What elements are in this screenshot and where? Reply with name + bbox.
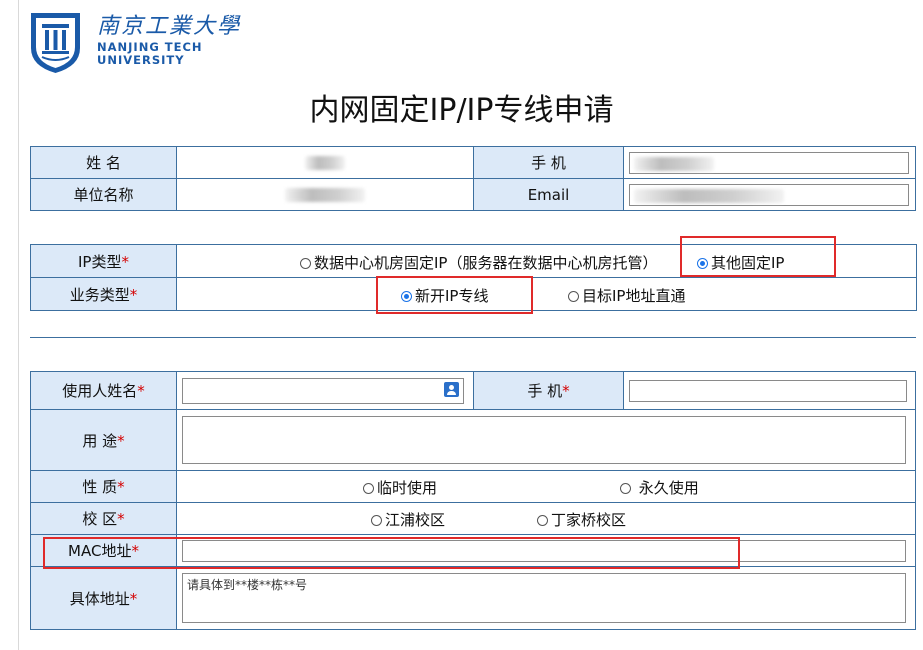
unit-name-label: 单位名称 — [30, 178, 177, 211]
ip-type-option-datacenter-label: 数据中心机房固定IP（服务器在数据中心机房托管） — [314, 254, 658, 272]
required-mark: * — [117, 510, 125, 528]
ip-type-option-other[interactable]: 其他固定IP — [697, 252, 784, 273]
applicant-name-label: 姓 名 — [30, 146, 177, 179]
campus-option-dingjiaqiao-label: 丁家桥校区 — [551, 511, 627, 529]
campus-option-jiangpu[interactable]: 江浦校区 — [371, 509, 445, 530]
ip-type-label: IP类型* — [30, 244, 177, 278]
required-mark: * — [137, 382, 145, 400]
radio-selected-icon — [697, 258, 708, 269]
user-name-cell — [176, 371, 474, 410]
university-emblem-icon — [31, 13, 80, 73]
campus-option-dingjiaqiao[interactable]: 丁家桥校区 — [537, 509, 626, 530]
required-mark: * — [117, 478, 125, 496]
user-name-label-text: 使用人姓名 — [62, 382, 138, 400]
nature-option-temporary-label: 临时使用 — [377, 479, 438, 497]
radio-unselected-icon — [537, 515, 548, 526]
applicant-phone-blurred — [634, 156, 714, 171]
email-input[interactable] — [629, 183, 909, 206]
contact-picker-icon[interactable] — [444, 381, 459, 397]
nature-option-temporary[interactable]: 临时使用 — [363, 477, 437, 498]
address-cell — [176, 566, 916, 630]
purpose-label: 用 途* — [30, 409, 177, 471]
nature-option-permanent[interactable]: 永久使用 — [620, 477, 699, 498]
page-title: 内网固定IP/IP专线申请 — [309, 93, 614, 128]
unit-name-blurred — [285, 188, 365, 202]
applicant-phone-label: 手 机 — [473, 146, 624, 179]
mac-address-label-text: MAC地址 — [68, 542, 132, 560]
applicant-phone-input[interactable] — [629, 151, 909, 174]
required-mark: * — [129, 285, 138, 304]
applicant-name-blurred — [305, 156, 345, 170]
mac-address-label: MAC地址* — [30, 534, 177, 567]
address-label: 具体地址* — [30, 566, 177, 630]
applicant-name-value — [176, 146, 474, 179]
campus-label-text: 校 区 — [82, 510, 118, 528]
email-cell — [623, 178, 916, 211]
radio-unselected-icon — [568, 291, 579, 302]
user-phone-label-text: 手 机 — [527, 382, 563, 400]
ip-type-label-text: IP类型 — [78, 252, 122, 271]
purpose-cell — [176, 409, 916, 471]
address-label-text: 具体地址 — [69, 589, 130, 608]
radio-selected-icon — [401, 291, 412, 302]
required-mark: * — [562, 382, 570, 400]
nature-label-text: 性 质 — [82, 478, 118, 496]
address-textarea[interactable] — [182, 573, 906, 623]
biz-type-option-direct[interactable]: 目标IP地址直通 — [568, 285, 685, 306]
user-name-label: 使用人姓名* — [30, 371, 177, 410]
biz-type-options: 新开IP专线 目标IP地址直通 — [176, 277, 917, 311]
university-name-en-line2: UNIVERSITY — [97, 53, 185, 67]
ip-type-option-other-label: 其他固定IP — [711, 254, 785, 272]
section-divider — [30, 337, 916, 338]
email-blurred — [634, 188, 784, 203]
user-info-table: 使用人姓名* 手 机* 用 途* 性 质* 临时使用 永久使用 校 区* 江浦校… — [30, 371, 916, 630]
user-phone-label: 手 机* — [473, 371, 624, 410]
mac-address-input[interactable] — [182, 539, 906, 562]
user-name-input[interactable] — [182, 377, 464, 404]
radio-unselected-icon — [620, 483, 631, 494]
required-mark: * — [117, 431, 125, 450]
biz-type-option-new-line[interactable]: 新开IP专线 — [401, 285, 488, 306]
ip-type-options: 数据中心机房固定IP（服务器在数据中心机房托管） 其他固定IP — [176, 244, 917, 278]
biz-type-label-text: 业务类型 — [69, 285, 130, 304]
campus-label: 校 区* — [30, 502, 177, 535]
radio-unselected-icon — [363, 483, 374, 494]
biz-type-option-new-line-label: 新开IP专线 — [415, 287, 489, 305]
mac-address-cell — [176, 534, 916, 567]
user-phone-input[interactable] — [629, 379, 907, 402]
nature-options: 临时使用 永久使用 — [176, 470, 916, 503]
user-phone-cell — [623, 371, 916, 410]
nature-option-permanent-label: 永久使用 — [634, 479, 699, 497]
required-mark: * — [129, 589, 138, 608]
ip-type-option-datacenter[interactable]: 数据中心机房固定IP（服务器在数据中心机房托管） — [300, 252, 657, 273]
ip-type-table: IP类型* 数据中心机房固定IP（服务器在数据中心机房托管） 其他固定IP 业务… — [30, 244, 917, 311]
required-mark: * — [121, 252, 129, 271]
applicant-phone-cell — [623, 146, 916, 179]
required-mark: * — [131, 542, 139, 560]
campus-options: 江浦校区 丁家桥校区 — [176, 502, 916, 535]
purpose-textarea[interactable] — [182, 416, 906, 464]
unit-name-value — [176, 178, 474, 211]
radio-unselected-icon — [300, 258, 311, 269]
university-name-cn: 南京工業大學 — [97, 14, 242, 39]
email-label: Email — [473, 178, 624, 211]
university-name-en: NANJING TECH UNIVERSITY — [97, 41, 203, 67]
purpose-label-text: 用 途 — [82, 431, 118, 450]
biz-type-label: 业务类型* — [30, 277, 177, 311]
biz-type-option-direct-label: 目标IP地址直通 — [582, 287, 686, 305]
campus-option-jiangpu-label: 江浦校区 — [385, 511, 446, 529]
radio-unselected-icon — [371, 515, 382, 526]
applicant-table: 姓 名 手 机 单位名称 Email — [30, 146, 916, 211]
nature-label: 性 质* — [30, 470, 177, 503]
